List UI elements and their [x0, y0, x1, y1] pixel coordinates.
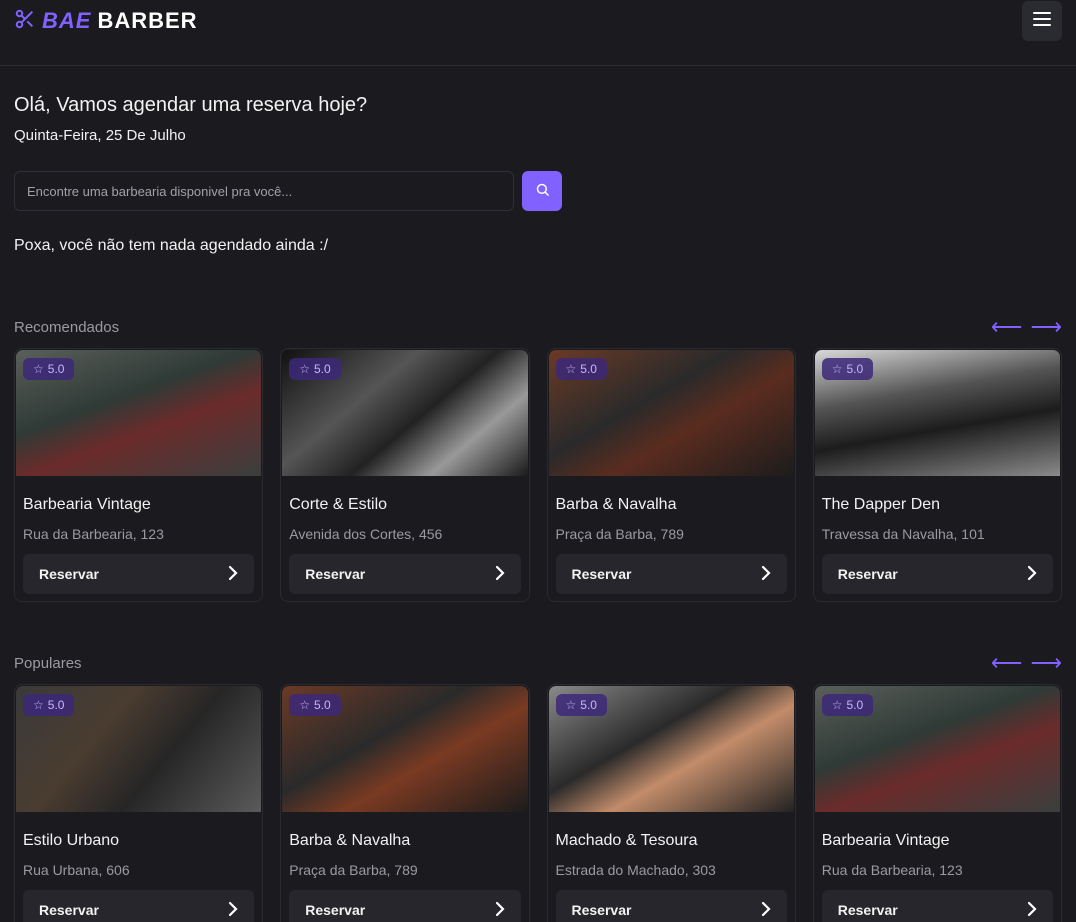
section-title-recommended: Recomendados — [14, 318, 120, 336]
reserve-button[interactable]: Reservar — [555, 890, 787, 922]
barbershop-card[interactable]: ☆ 5.0 The Dapper Den Travessa da Navalha,… — [812, 348, 1062, 602]
search-bar — [14, 171, 1062, 211]
reserve-button[interactable]: Reservar — [289, 554, 521, 594]
chevron-right-icon — [761, 565, 771, 584]
rating-badge: ☆ 5.0 — [289, 694, 341, 716]
chevron-right-icon — [495, 565, 505, 584]
recommended-section-header: Recomendados ⟵ ⟶ — [14, 316, 1062, 338]
reserve-button[interactable]: Reservar — [289, 890, 521, 922]
chevron-right-icon — [1027, 901, 1037, 920]
reserve-label: Reservar — [39, 902, 99, 918]
barbershop-name: Machado & Tesoura — [555, 832, 698, 849]
reserve-button[interactable]: Reservar — [23, 554, 255, 594]
logo[interactable]: BAE BARBER — [14, 0, 198, 42]
barbershop-address: Rua da Barbearia, 123 — [821, 862, 963, 878]
star-icon: ☆ — [299, 698, 311, 712]
barbershop-name: Barbearia Vintage — [821, 832, 950, 849]
reserve-button[interactable]: Reservar — [821, 554, 1053, 594]
barbershop-image: ☆ 5.0 — [548, 686, 794, 812]
search-icon — [535, 182, 550, 200]
barbershop-address: Praça da Barba, 789 — [555, 526, 684, 542]
search-input[interactable] — [14, 171, 514, 211]
barbershop-image: ☆ 5.0 — [814, 350, 1060, 476]
no-bookings-message: Poxa, você não tem nada agendado ainda :… — [14, 237, 329, 254]
chevron-right-icon — [228, 901, 238, 920]
chevron-right-icon — [1027, 565, 1037, 584]
barbershop-card[interactable]: ☆ 5.0 Barba & Navalha Praça da Barba, 789… — [280, 684, 530, 922]
barbershop-card[interactable]: ☆ 5.0 Barbearia Vintage Rua da Barbearia,… — [14, 348, 264, 602]
star-icon: ☆ — [33, 362, 44, 376]
barbershop-address: Praça da Barba, 789 — [289, 862, 418, 878]
section-title-popular: Populares — [14, 654, 82, 672]
barbershop-address: Avenida dos Cortes, 456 — [289, 526, 443, 542]
hamburger-icon — [1033, 11, 1051, 32]
greeting-title: Olá, Vamos agendar uma reserva hoje? — [14, 94, 368, 116]
reserve-label: Reservar — [837, 902, 898, 918]
barbershop-name: Estilo Urbano — [23, 832, 120, 849]
arrow-left-icon[interactable]: ⟵ — [991, 316, 1023, 338]
reserve-label: Reservar — [571, 902, 632, 918]
star-icon: ☆ — [565, 698, 577, 712]
chevron-right-icon — [228, 565, 238, 584]
barbershop-image: ☆ 5.0 — [16, 350, 262, 476]
reserve-label: Reservar — [571, 566, 632, 582]
barbershop-card[interactable]: ☆ 5.0 Corte & Estilo Avenida dos Cortes, … — [280, 348, 530, 602]
barbershop-name: Barba & Navalha — [555, 496, 677, 513]
star-icon: ☆ — [299, 362, 311, 376]
popular-section-header: Populares ⟵ ⟶ — [14, 652, 1062, 674]
reserve-label: Reservar — [305, 566, 366, 582]
barbershop-card[interactable]: ☆ 5.0 Estilo Urbano Rua Urbana, 606 Reser… — [14, 684, 264, 922]
barbershop-image: ☆ 5.0 — [282, 686, 528, 812]
scissors-icon — [14, 8, 36, 35]
rating-badge: ☆ 5.0 — [23, 694, 75, 716]
reserve-label: Reservar — [39, 566, 99, 582]
barbershop-image: ☆ 5.0 — [282, 350, 528, 476]
star-icon: ☆ — [831, 362, 843, 376]
barbershop-card[interactable]: ☆ 5.0 Barba & Navalha Praça da Barba, 789… — [546, 348, 796, 602]
barbershop-address: Rua Urbana, 606 — [23, 862, 130, 878]
reserve-button[interactable]: Reservar — [23, 890, 255, 922]
rating-badge: ☆ 5.0 — [821, 358, 874, 380]
logo-text-barber: BARBER — [97, 8, 198, 33]
arrow-right-icon[interactable]: ⟶ — [1030, 652, 1062, 674]
main-content: Olá, Vamos agendar uma reserva hoje? Qui… — [0, 94, 1076, 922]
top-header: BAE BARBER — [0, 0, 1076, 66]
barbershop-image: ☆ 5.0 — [548, 350, 794, 476]
logo-text-bae: BAE — [42, 8, 92, 33]
star-icon: ☆ — [565, 362, 577, 376]
barbershop-address: Travessa da Navalha, 101 — [821, 526, 985, 542]
star-icon: ☆ — [831, 698, 843, 712]
barbershop-name: The Dapper Den — [821, 496, 941, 513]
barbershop-card[interactable]: ☆ 5.0 Machado & Tesoura Estrada do Machad… — [546, 684, 796, 922]
barbershop-name: Corte & Estilo — [289, 496, 388, 513]
reserve-button[interactable]: Reservar — [555, 554, 787, 594]
rating-badge: ☆ 5.0 — [821, 694, 874, 716]
barbershop-address: Rua da Barbearia, 123 — [23, 526, 164, 542]
arrow-left-icon[interactable]: ⟵ — [991, 652, 1023, 674]
rating-badge: ☆ 5.0 — [23, 358, 75, 380]
barbershop-name: Barba & Navalha — [289, 832, 411, 849]
star-icon: ☆ — [33, 698, 44, 712]
menu-button[interactable] — [1022, 1, 1062, 41]
rating-badge: ☆ 5.0 — [289, 358, 341, 380]
barbershop-name: Barbearia Vintage — [23, 496, 151, 513]
barbershop-image: ☆ 5.0 — [16, 686, 262, 812]
popular-cards: ☆ 5.0 Estilo Urbano Rua Urbana, 606 Reser… — [14, 684, 1062, 922]
rating-badge: ☆ 5.0 — [555, 358, 607, 380]
reserve-button[interactable]: Reservar — [821, 890, 1053, 922]
chevron-right-icon — [761, 901, 771, 920]
barbershop-address: Estrada do Machado, 303 — [555, 862, 716, 878]
recommended-cards: ☆ 5.0 Barbearia Vintage Rua da Barbearia,… — [14, 348, 1062, 602]
current-date: Quinta-Feira, 25 De Julho — [14, 127, 186, 144]
reserve-label: Reservar — [305, 902, 366, 918]
rating-badge: ☆ 5.0 — [555, 694, 607, 716]
arrow-right-icon[interactable]: ⟶ — [1030, 316, 1062, 338]
barbershop-card[interactable]: ☆ 5.0 Barbearia Vintage Rua da Barbearia,… — [812, 684, 1062, 922]
search-button[interactable] — [522, 171, 562, 211]
carousel-arrows: ⟵ ⟶ — [991, 316, 1062, 338]
chevron-right-icon — [495, 901, 505, 920]
barbershop-image: ☆ 5.0 — [814, 686, 1060, 812]
reserve-label: Reservar — [837, 566, 898, 582]
carousel-arrows: ⟵ ⟶ — [991, 652, 1062, 674]
